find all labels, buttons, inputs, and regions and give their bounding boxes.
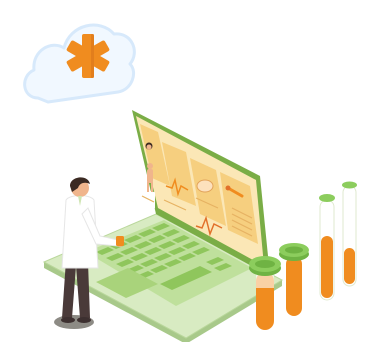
test-tube-tall (342, 181, 357, 287)
coffee-cup-icon (116, 236, 124, 246)
pill-icon (196, 179, 214, 193)
test-tube-medium (279, 243, 309, 316)
medical-illustration (23, 23, 357, 342)
tube-cap (342, 181, 357, 189)
tube-cap (319, 194, 335, 202)
test-tube-thin (319, 194, 335, 301)
